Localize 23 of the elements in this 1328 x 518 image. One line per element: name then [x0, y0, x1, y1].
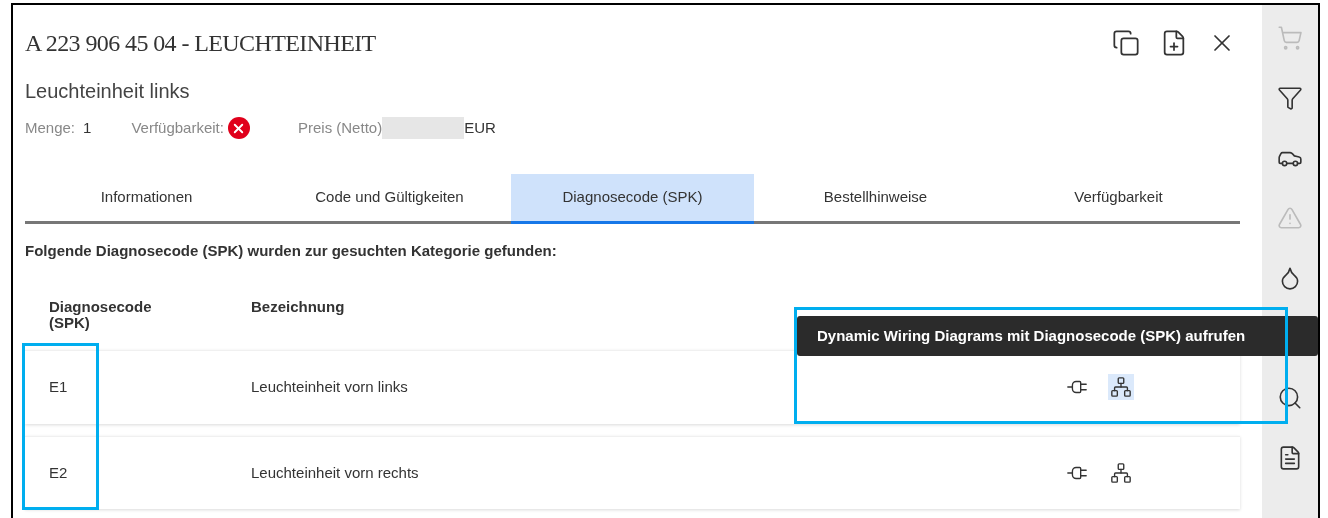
column-header: Diagnosecode (SPK): [49, 298, 153, 333]
tab[interactable]: Bestellhinweise: [754, 174, 997, 225]
table-cell-text: E1: [49, 377, 69, 398]
dialog-title: A 223 906 45 04 - LEUCHTEINHEIT: [25, 28, 377, 58]
filter-icon[interactable]: [1277, 85, 1303, 111]
price-label: Preis (Netto): [297, 118, 383, 139]
tab[interactable]: Informationen: [25, 174, 268, 225]
quantity-label: Menge:: [25, 118, 76, 139]
restore-icon: [1112, 28, 1140, 57]
section-heading: Folgende Diagnosecode (SPK) wurden zur gesuchten Kategorie gefunden:: [25, 241, 558, 262]
wiring-diagram-button[interactable]: [1108, 374, 1134, 401]
tab[interactable]: Diagnosecode (SPK): [511, 174, 754, 225]
table-cell-text: Leuchteinheit vorn links: [251, 377, 409, 398]
part-subtitle: Leuchteinheit links: [25, 79, 191, 105]
table-cell-text: Leuchteinheit vorn rechts: [251, 462, 420, 483]
quantity-value: 1: [83, 118, 92, 139]
table-cell-text: E2: [49, 462, 69, 483]
column-header: Bezeichnung: [250, 298, 345, 317]
availability-label: Verfügbarkeit:: [131, 118, 224, 139]
currency-label: EUR: [464, 118, 496, 139]
tab[interactable]: Verfügbarkeit: [997, 174, 1240, 225]
search-icon[interactable]: [1277, 385, 1303, 411]
tooltip: Dynamic Wiring Diagrams mit Diagnosecode (SPK) aufrufen: [797, 316, 1318, 356]
